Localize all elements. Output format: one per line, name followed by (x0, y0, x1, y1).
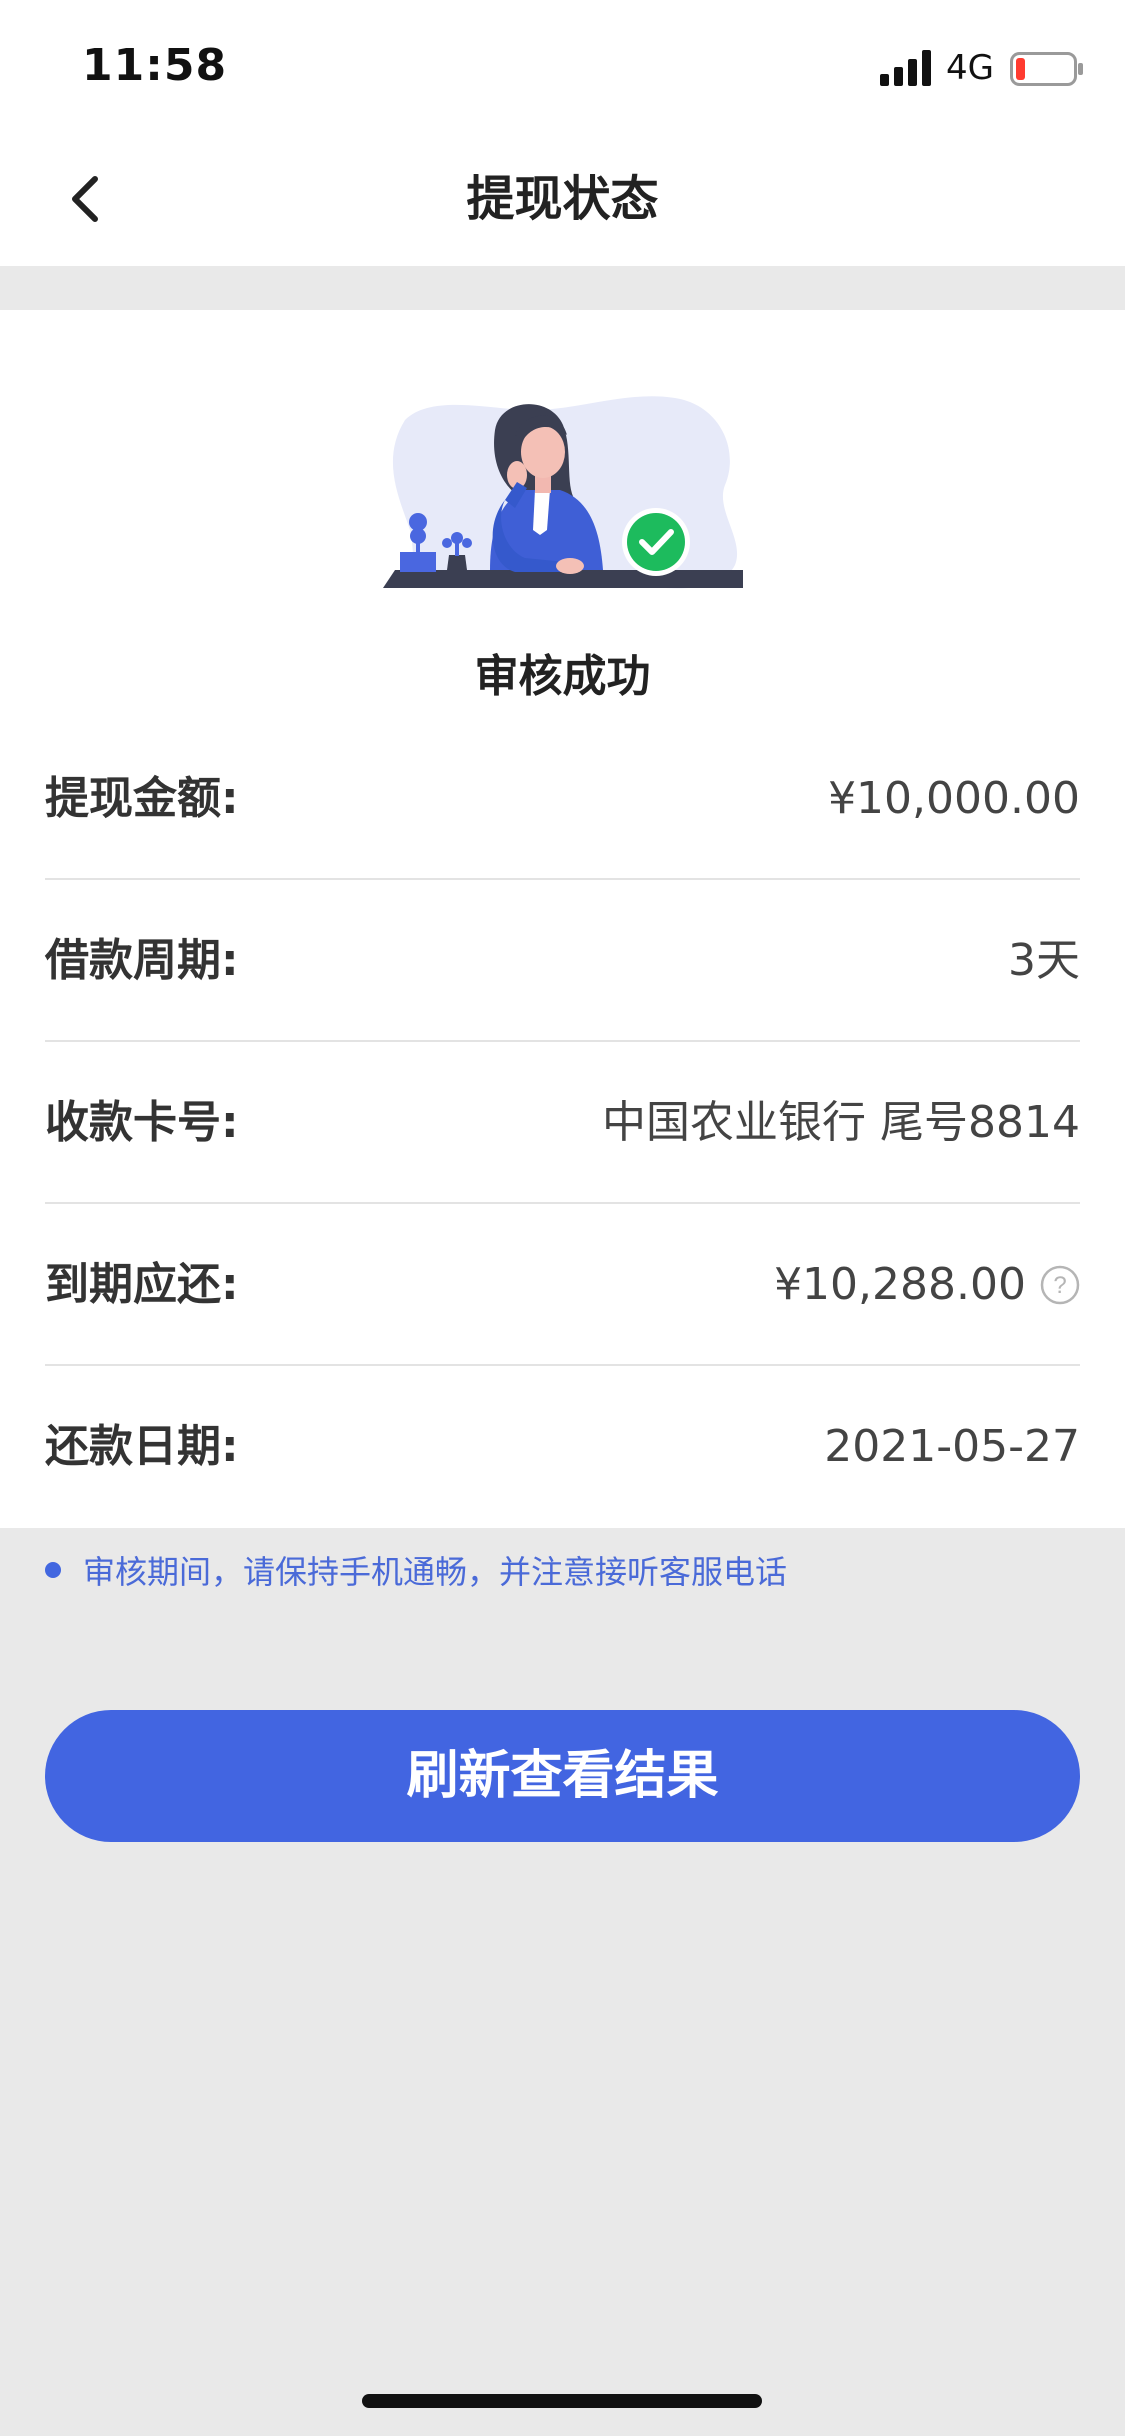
detail-row-withdraw-amount: 提现金额: ¥10,000.00 (45, 718, 1080, 880)
page-title: 提现状态 (466, 171, 659, 227)
bullet-dot-icon (45, 1562, 61, 1578)
notice: 审核期间，请保持手机通畅，并注意接听客服电话 (45, 1548, 787, 1592)
withdrawal-status-card: 审核成功 提现金额: ¥10,000.00 借款周期: 3天 收款卡号: 中国农… (0, 310, 1125, 1528)
chevron-left-icon (72, 176, 98, 222)
detail-value: 2021-05-27 (824, 1421, 1080, 1472)
battery-low-icon (1010, 52, 1083, 86)
detail-label: 收款卡号: (45, 1097, 239, 1148)
detail-value: 中国农业银行 尾号8814 (602, 1097, 1080, 1148)
network-type: 4G (946, 48, 994, 88)
refresh-result-button[interactable]: 刷新查看结果 (45, 1710, 1080, 1842)
detail-label: 还款日期: (45, 1421, 239, 1472)
detail-value: ¥10,288.00 (774, 1259, 1026, 1310)
home-indicator[interactable] (362, 2394, 762, 2408)
status-time: 11:58 (82, 40, 228, 91)
amount-due-group: ¥10,288.00 ? (774, 1204, 1080, 1366)
nav-header: 提现状态 (0, 132, 1125, 266)
back-button[interactable] (40, 154, 130, 244)
cellular-signal-icon (880, 50, 931, 86)
detail-row-repayment-date: 还款日期: 2021-05-27 (45, 1366, 1080, 1528)
detail-row-loan-term: 借款周期: 3天 (45, 880, 1080, 1042)
status-bar: 11:58 4G (0, 0, 1125, 132)
detail-label: 到期应还: (45, 1259, 239, 1310)
detail-value: 3天 (1008, 935, 1080, 986)
woman-at-desk-success-illustration (383, 396, 743, 589)
notice-text: 审核期间，请保持手机通畅，并注意接听客服电话 (83, 1553, 788, 1591)
result-status: 审核成功 (474, 651, 651, 702)
detail-label: 提现金额: (45, 773, 239, 824)
detail-row-amount-due: 到期应还: ¥10,288.00 ? (45, 1204, 1080, 1366)
detail-value: ¥10,000.00 (828, 773, 1080, 824)
svg-text:?: ? (1053, 1272, 1066, 1299)
question-circle-icon[interactable]: ? (1040, 1265, 1080, 1305)
detail-row-receiving-card: 收款卡号: 中国农业银行 尾号8814 (45, 1042, 1080, 1204)
detail-label: 借款周期: (45, 935, 239, 986)
